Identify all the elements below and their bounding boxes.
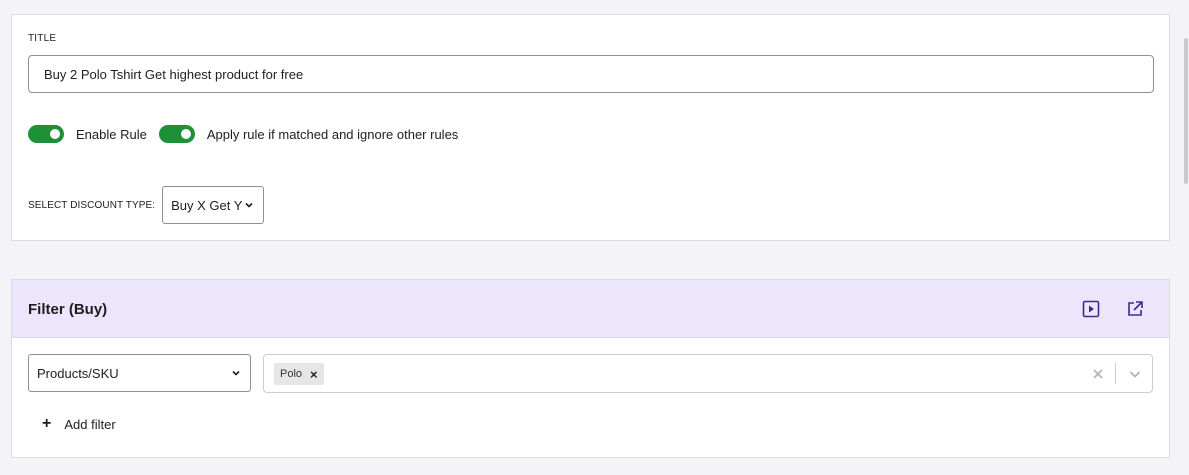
toggle-row: Enable Rule Apply rule if matched and ig… <box>28 124 458 144</box>
filter-type-select[interactable]: Products/SKU <box>28 354 251 392</box>
chevron-down-icon <box>245 202 253 208</box>
product-multi-select[interactable]: Polo × <box>263 354 1153 393</box>
apply-rule-exclusive-label: Apply rule if matched and ignore other r… <box>206 126 459 142</box>
play-square-icon[interactable] <box>1081 299 1101 319</box>
title-input[interactable] <box>28 55 1154 93</box>
close-icon[interactable] <box>1090 366 1106 382</box>
plus-icon: + <box>42 415 52 432</box>
page-scrollbar[interactable] <box>1183 0 1189 475</box>
scrollbar-thumb[interactable] <box>1184 38 1188 184</box>
toggle-knob <box>50 129 60 139</box>
filter-buy-card: Filter (Buy) Products/SKU Polo × + Add f… <box>11 279 1170 458</box>
toggle-knob <box>180 129 191 139</box>
discount-type-select[interactable]: Buy X Get Y <box>162 186 265 224</box>
discount-type-label: SELECT DISCOUNT TYPE: <box>28 199 156 211</box>
add-filter-button[interactable]: + Add filter <box>42 416 116 432</box>
tag-label: Polo <box>280 368 303 380</box>
separator <box>1115 363 1116 384</box>
enable-rule-label: Enable Rule <box>76 126 147 142</box>
filter-title: Filter (Buy) <box>28 301 108 318</box>
enable-rule-toggle[interactable] <box>28 125 64 143</box>
selected-tag: Polo × <box>274 363 324 385</box>
chevron-down-icon[interactable] <box>1127 366 1143 382</box>
general-settings-card: TITLE Enable Rule Apply rule if matched … <box>11 14 1170 241</box>
filter-type-value: Products/SKU <box>37 365 119 381</box>
external-link-icon[interactable] <box>1125 299 1145 319</box>
filter-header: Filter (Buy) <box>12 280 1169 338</box>
apply-rule-exclusive-toggle[interactable] <box>158 125 195 143</box>
discount-type-value: Buy X Get Y <box>171 197 243 213</box>
remove-tag-icon[interactable]: × <box>310 368 318 381</box>
title-label: TITLE <box>28 33 57 44</box>
add-filter-label: Add filter <box>64 416 116 432</box>
discount-type-row: SELECT DISCOUNT TYPE: Buy X Get Y <box>28 186 265 224</box>
chevron-down-icon <box>232 370 240 376</box>
